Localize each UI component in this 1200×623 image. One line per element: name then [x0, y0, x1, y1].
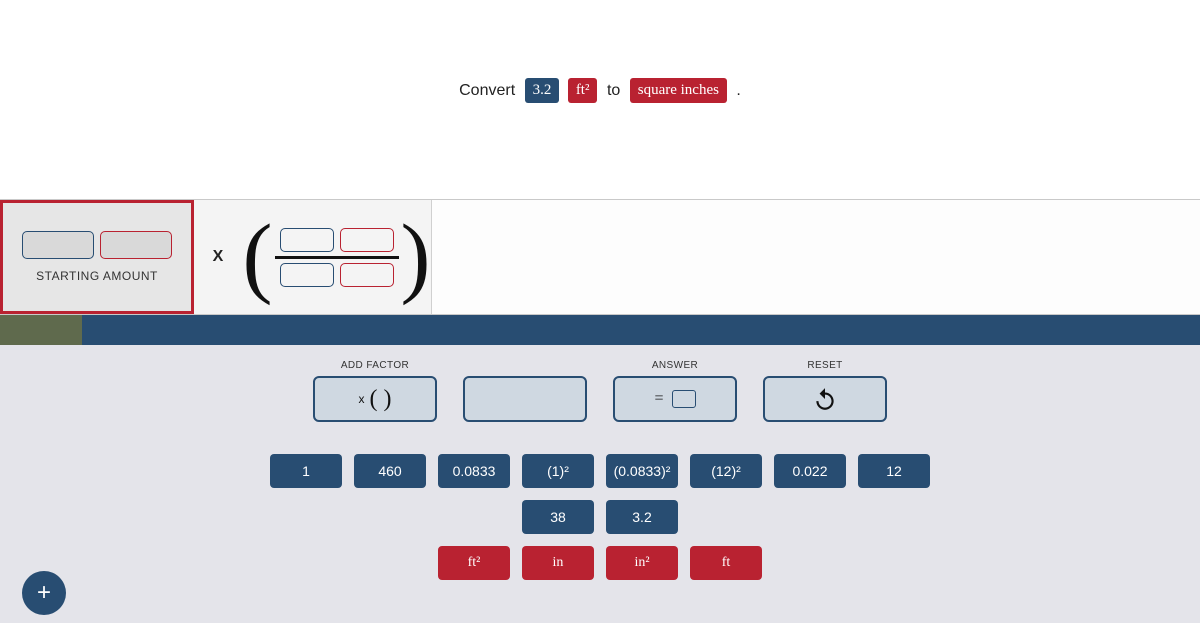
tile-value[interactable]: 0.0833	[438, 454, 510, 488]
numerator-value-slot[interactable]	[280, 228, 334, 252]
answer-value-box	[672, 390, 696, 408]
answer-button[interactable]: =	[613, 376, 737, 422]
undo-icon	[812, 386, 838, 412]
starting-unit-slot[interactable]	[100, 231, 172, 259]
tile-unit[interactable]: ft	[690, 546, 762, 580]
tile-value[interactable]: (12)²	[690, 454, 762, 488]
answer-label: ANSWER	[652, 360, 698, 372]
blank-control-button[interactable]	[463, 376, 587, 422]
prompt-value-chip: 3.2	[525, 78, 560, 103]
add-factor-label: ADD FACTOR	[341, 360, 409, 372]
denominator-value-slot[interactable]	[280, 263, 334, 287]
paren-open-icon: (	[243, 212, 273, 302]
tile-row-3: ft² in in² ft	[270, 546, 930, 580]
paren-close-icon: )	[401, 212, 431, 302]
denominator-unit-slot[interactable]	[340, 263, 394, 287]
starting-value-slot[interactable]	[22, 231, 94, 259]
prompt-trailing: .	[736, 82, 740, 99]
tile-unit[interactable]: ft²	[438, 546, 510, 580]
tile-row-1: 1 460 0.0833 (1)² (0.0833)² (12)² 0.022 …	[270, 454, 930, 488]
starting-amount-label: STARTING AMOUNT	[36, 269, 158, 283]
numerator-unit-slot[interactable]	[340, 228, 394, 252]
tile-unit[interactable]: in	[522, 546, 594, 580]
tile-value[interactable]: (1)²	[522, 454, 594, 488]
times-symbol: X	[194, 200, 242, 314]
tile-value[interactable]: 460	[354, 454, 426, 488]
prompt-from-unit-chip: ft²	[568, 78, 598, 103]
tile-row-2: 38 3.2	[270, 500, 930, 534]
tile-value[interactable]: 1	[270, 454, 342, 488]
tile-value[interactable]: 0.022	[774, 454, 846, 488]
answer-eq: =	[654, 390, 663, 408]
starting-amount-panel[interactable]: STARTING AMOUNT	[0, 200, 194, 314]
add-factor-x: x	[359, 392, 365, 406]
reset-button[interactable]	[763, 376, 887, 422]
tile-value[interactable]: 3.2	[606, 500, 678, 534]
conversion-fraction	[275, 228, 399, 287]
tile-value[interactable]: (0.0833)²	[606, 454, 678, 488]
tile-value[interactable]: 38	[522, 500, 594, 534]
tile-grid: 1 460 0.0833 (1)² (0.0833)² (12)² 0.022 …	[0, 454, 1200, 580]
prompt-to-unit-chip: square inches	[630, 78, 727, 103]
add-factor-button[interactable]: x ( )	[313, 376, 437, 422]
expression-row: STARTING AMOUNT X ( )	[0, 199, 1200, 315]
plus-icon: +	[37, 579, 51, 607]
progress-segment	[0, 315, 82, 345]
tile-value[interactable]: 12	[858, 454, 930, 488]
prompt-convert-word: Convert	[459, 82, 515, 99]
control-buttons-row: ADD FACTOR x ( ) ANSWER = RESET	[0, 360, 1200, 422]
conversion-prompt: Convert 3.2 ft² to square inches .	[0, 78, 1200, 103]
add-fab-button[interactable]: +	[22, 571, 66, 615]
factor-panel[interactable]: ( )	[242, 200, 432, 314]
prompt-to-word: to	[607, 82, 620, 99]
blue-band	[0, 315, 1200, 345]
fraction-bar	[275, 256, 399, 259]
add-factor-parens: ( )	[370, 386, 392, 413]
tile-unit[interactable]: in²	[606, 546, 678, 580]
reset-label: RESET	[807, 360, 842, 372]
